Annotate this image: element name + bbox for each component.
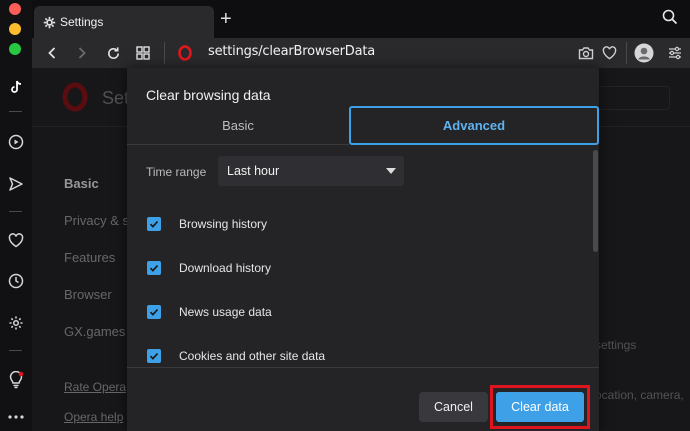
sidebar [0,0,32,431]
checkbox-label: News usage data [179,305,272,319]
reload-button[interactable] [102,42,124,64]
dialog-title: Clear browsing data [146,87,271,103]
lightbulb-icon[interactable] [5,369,27,391]
checkbox-label: Browsing history [179,217,268,231]
divider [9,111,22,112]
new-tab-button[interactable]: + [220,9,232,29]
minimize-window-button[interactable] [9,23,21,35]
clear-browsing-data-dialog: Clear browsing data Basic Advanced Time … [127,68,599,431]
divider [164,42,165,64]
check-icon[interactable] [147,349,161,363]
clear-data-button[interactable]: Clear data [496,392,584,422]
camera-icon[interactable] [575,42,597,64]
history-clock-icon[interactable] [5,270,27,292]
tab-settings[interactable]: Settings [34,6,214,38]
check-icon[interactable] [147,261,161,275]
divider [9,211,22,212]
url-path: /clearBrowserData [258,44,376,59]
time-range-select[interactable]: Last hour [218,156,404,186]
player-icon[interactable] [5,131,27,153]
tab-advanced-label: Advanced [442,118,506,133]
address-bar: settings/clearBrowserData [32,38,690,68]
checkbox-label: Download history [179,261,272,275]
back-button[interactable] [41,42,63,64]
send-icon[interactable] [5,173,27,195]
check-icon[interactable] [147,217,161,231]
checkbox-browsing-history[interactable]: Browsing history [147,214,267,234]
dialog-footer: Cancel Clear data [127,367,599,431]
heart-icon[interactable] [5,229,27,251]
scrollbar[interactable] [593,150,598,252]
divider [9,350,22,351]
tab-basic[interactable]: Basic [127,106,349,145]
gear-icon [42,15,56,29]
close-window-button[interactable] [9,3,21,15]
checkbox-news-usage-data[interactable]: News usage data [147,302,272,322]
check-icon[interactable] [147,305,161,319]
maximize-window-button[interactable] [9,43,21,55]
divider [626,42,627,64]
cancel-button[interactable]: Cancel [419,392,488,422]
time-range-value: Last hour [227,164,280,178]
tab-advanced[interactable]: Advanced [349,106,599,145]
more-icon[interactable] [5,406,27,428]
tabs-grid-icon[interactable] [132,42,154,64]
tab-basic-label: Basic [222,117,254,133]
gear-icon[interactable] [5,312,27,334]
chevron-down-icon [386,168,396,174]
checkbox-label: Cookies and other site data [179,349,326,363]
tab-strip: Settings + [32,0,690,38]
time-range-label: Time range [146,165,207,179]
tiktok-icon[interactable] [5,76,27,98]
tab-title: Settings [60,15,104,29]
url-field[interactable]: settings/clearBrowserData [208,44,375,59]
checkbox-download-history[interactable]: Download history [147,258,271,278]
url-scheme: settings [208,44,259,59]
avatar[interactable] [633,42,655,64]
heart-icon[interactable] [598,42,620,64]
opera-logo-icon[interactable] [174,42,196,64]
clear-data-label: Clear data [511,400,569,414]
easy-setup-icon[interactable] [664,42,686,64]
checkbox-cookies[interactable]: Cookies and other site data [147,346,325,366]
cancel-label: Cancel [434,400,473,414]
forward-button[interactable] [71,42,93,64]
search-icon[interactable] [662,9,680,27]
